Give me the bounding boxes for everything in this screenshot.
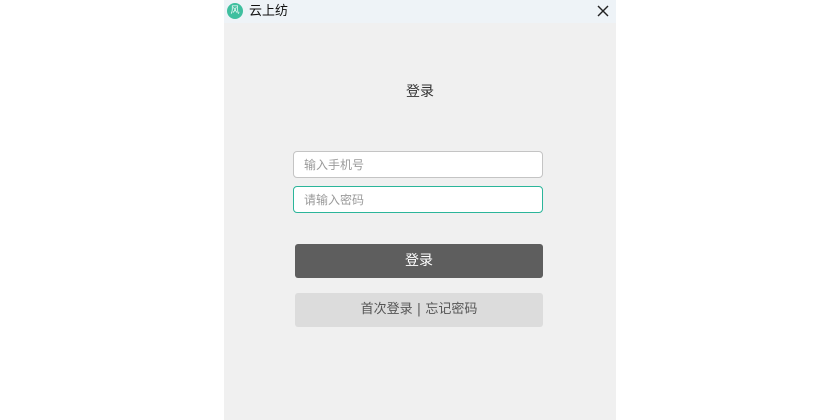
login-button[interactable]: 登录 <box>295 244 543 278</box>
password-input[interactable] <box>293 186 543 213</box>
login-window: 风 云上纺 登录 登录 首次登录 | 忘记密码 <box>224 0 616 420</box>
login-heading: 登录 <box>406 84 434 100</box>
forgot-password-link[interactable]: 忘记密码 <box>425 302 477 317</box>
link-separator: | <box>412 302 426 317</box>
phone-input[interactable] <box>293 151 543 178</box>
app-logo-icon: 风 <box>227 3 243 19</box>
close-icon <box>597 5 609 17</box>
first-login-link[interactable]: 首次登录 <box>361 302 413 317</box>
secondary-links: 首次登录 | 忘记密码 <box>295 293 543 327</box>
window-title: 云上纺 <box>249 4 289 19</box>
close-button[interactable] <box>594 2 612 20</box>
title-bar: 风 云上纺 <box>224 0 616 23</box>
